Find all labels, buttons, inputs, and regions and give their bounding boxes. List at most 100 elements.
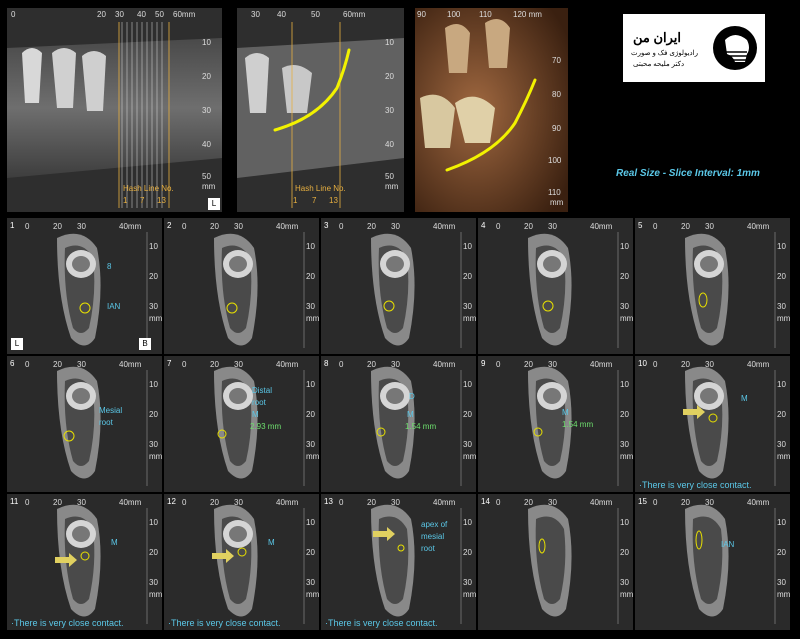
slice-ruler-top: 30 <box>234 498 243 507</box>
slice-ruler-right: 20 <box>149 548 158 557</box>
ruler-right-10: 10 <box>385 38 394 47</box>
slice-info-text: Real Size - Slice Interval: 1mm <box>616 168 760 179</box>
slice-ruler-right: 10 <box>306 242 315 251</box>
slice-ruler-right: 20 <box>777 272 786 281</box>
hash-num-1: 1 <box>123 196 128 205</box>
slice-ruler-top: 20 <box>367 222 376 231</box>
hash-num-1: 1 <box>293 196 298 205</box>
slice-ruler-top: 0 <box>496 360 501 369</box>
slice-ruler-right: 10 <box>149 380 158 389</box>
ruler-top-40: 40 <box>277 10 286 19</box>
slice-annotation: root <box>421 544 435 553</box>
slice-ruler-top: 40mm <box>747 222 770 231</box>
slice-ruler-top: 0 <box>653 498 658 507</box>
slice-number: 10 <box>638 359 647 368</box>
slice-ruler-top: 0 <box>339 498 344 507</box>
slice-number: 7 <box>167 359 172 368</box>
slice-panel: 15 0 20 30 40mm 10 20 30 mm IAN <box>635 494 790 630</box>
slice-ruler-right: 20 <box>463 410 472 419</box>
ruler-right-30: 30 <box>202 106 211 115</box>
slice-ruler-top: 30 <box>705 498 714 507</box>
slice-ruler-right: 30 <box>777 578 786 587</box>
slice-ruler-top: 0 <box>182 498 187 507</box>
slice-ruler-top: 30 <box>548 360 557 369</box>
slice-ruler-right: 10 <box>777 242 786 251</box>
panoramic-image-2 <box>237 8 404 212</box>
slice-number: 5 <box>638 221 643 230</box>
slice-annotation: Distal <box>252 386 273 395</box>
ruler-top-50: 50 <box>155 10 164 19</box>
slice-image <box>478 356 633 492</box>
slice-ruler-right: 10 <box>306 518 315 527</box>
ruler-right-50: 50 <box>385 172 394 181</box>
slice-ruler-right: 10 <box>306 380 315 389</box>
slice-panel: 5 0 20 30 40mm 10 20 30 mm <box>635 218 790 354</box>
slice-ruler-top: 40mm <box>433 360 456 369</box>
ruler-right-20: 20 <box>202 72 211 81</box>
contact-note: ·There is very close contact. <box>325 618 438 628</box>
slice-ruler-top: 0 <box>25 498 30 507</box>
slice-ruler-right: 30 <box>777 440 786 449</box>
slice-image <box>321 356 476 492</box>
slice-annotation: apex of <box>421 520 448 529</box>
slice-ruler-top: 30 <box>548 222 557 231</box>
slice-ruler-right: 30 <box>306 578 315 587</box>
slice-ruler-top: 30 <box>391 498 400 507</box>
slice-ruler-top: 20 <box>524 222 533 231</box>
side-label-l: L <box>11 338 23 350</box>
slice-ruler-right: 30 <box>463 578 472 587</box>
slice-ruler-top: 30 <box>77 222 86 231</box>
ruler-right-unit: mm <box>385 182 399 191</box>
logo-line-2: دکتر ملیحه محبتی <box>633 61 685 68</box>
slice-ruler-top: 30 <box>77 498 86 507</box>
slice-number: 11 <box>10 497 19 506</box>
panoramic-panel-1: 0 20 30 40 50 60mm 10 20 30 40 50 mm Has… <box>7 8 222 212</box>
ruler-top-120: 120 mm <box>513 10 542 19</box>
ruler-top-60: 60mm <box>343 10 366 19</box>
slice-number: 4 <box>481 221 486 230</box>
volume-render-image <box>415 8 568 212</box>
slice-ruler-right: mm <box>620 590 633 599</box>
slice-ruler-right: mm <box>777 314 790 323</box>
slice-ruler-top: 40mm <box>747 498 770 507</box>
slice-ruler-right: 20 <box>777 548 786 557</box>
slice-ruler-top: 0 <box>339 360 344 369</box>
ruler-right-40: 40 <box>385 140 394 149</box>
slice-image <box>164 218 319 354</box>
ruler-right-unit: mm <box>550 198 564 207</box>
slice-ruler-right: 20 <box>777 410 786 419</box>
slice-ruler-right: mm <box>149 452 162 461</box>
slice-ruler-top: 40mm <box>276 498 299 507</box>
ruler-right-30: 30 <box>385 106 394 115</box>
slice-ruler-top: 30 <box>77 360 86 369</box>
slice-image <box>635 494 790 630</box>
slice-ruler-top: 40mm <box>590 360 613 369</box>
ruler-top-50: 50 <box>311 10 320 19</box>
slice-ruler-top: 30 <box>705 222 714 231</box>
slice-ruler-top: 40mm <box>590 498 613 507</box>
slice-panel: 3 0 20 30 40mm 10 20 30 mm <box>321 218 476 354</box>
slice-ruler-top: 40mm <box>433 222 456 231</box>
slice-ruler-right: 10 <box>777 518 786 527</box>
slice-image <box>635 356 790 492</box>
slice-image <box>478 218 633 354</box>
ruler-top-110: 110 <box>479 10 492 19</box>
slice-ruler-top: 40mm <box>590 222 613 231</box>
slice-ruler-right: 30 <box>149 440 158 449</box>
ruler-right-10: 10 <box>202 38 211 47</box>
slice-ruler-top: 30 <box>548 498 557 507</box>
slice-annotation: root <box>99 418 113 427</box>
slice-ruler-right: 10 <box>149 242 158 251</box>
ruler-right-unit: mm <box>202 182 216 191</box>
slice-ruler-right: 30 <box>620 440 629 449</box>
slice-ruler-top: 30 <box>234 360 243 369</box>
contact-note: ·There is very close contact. <box>11 618 124 628</box>
slice-number: 9 <box>481 359 486 368</box>
slice-ruler-right: 30 <box>620 302 629 311</box>
slice-panel: 12 0 20 30 40mm 10 20 30 mm M ·There is very close… <box>164 494 319 630</box>
slice-ruler-right: mm <box>620 314 633 323</box>
slice-ruler-right: 30 <box>306 302 315 311</box>
slice-number: 8 <box>324 359 329 368</box>
slice-ruler-top: 20 <box>681 498 690 507</box>
slice-panel: 1 0 20 30 40mm 10 20 30 mm 8 IAN L B <box>7 218 162 354</box>
